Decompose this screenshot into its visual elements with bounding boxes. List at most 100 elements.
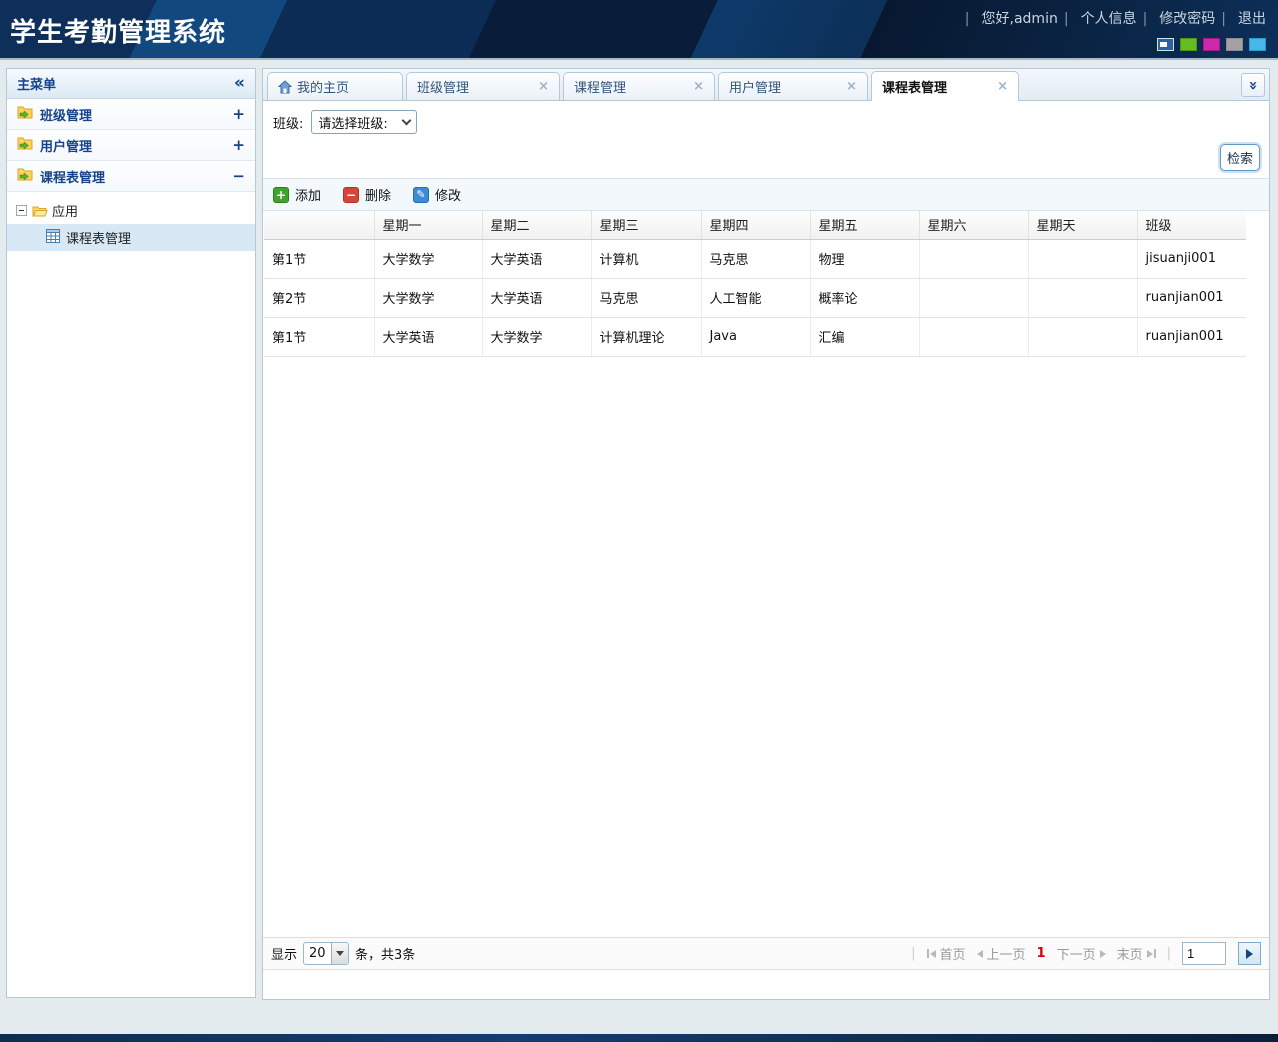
tab-course-management[interactable]: 课程管理: [563, 72, 715, 100]
table-row[interactable]: 第2节 大学数学 大学英语 马克思 人工智能 概率论 ruanjian001: [264, 278, 1246, 318]
expand-plus-icon[interactable]: +: [232, 105, 245, 123]
grid-cell[interactable]: ruanjian001: [1137, 317, 1246, 357]
grid-cell[interactable]: 大学英语: [374, 317, 483, 357]
grid-cell[interactable]: jisuanji001: [1137, 239, 1246, 279]
prev-page-icon: [976, 949, 983, 958]
change-password-link[interactable]: 修改密码: [1143, 8, 1215, 28]
grid-cell[interactable]: Java: [701, 317, 811, 357]
close-icon[interactable]: [530, 80, 549, 93]
delete-button[interactable]: 删除: [343, 185, 391, 204]
grid-cell[interactable]: 第2节: [264, 278, 375, 318]
grid-cell[interactable]: [1028, 239, 1138, 279]
page-number-input[interactable]: [1182, 942, 1226, 965]
last-page-icon: [1146, 949, 1156, 958]
theme-swatch-skyblue[interactable]: [1249, 38, 1266, 51]
tab-overflow-button[interactable]: [1241, 73, 1265, 97]
sidebar-item-label: 课程表管理: [40, 170, 106, 186]
grid-cell[interactable]: 人工智能: [701, 278, 811, 318]
edit-button[interactable]: 修改: [413, 185, 461, 204]
grid-header-cell: [264, 211, 375, 240]
sidebar-item-class-management[interactable]: 班级管理 +: [7, 99, 255, 130]
sidebar-item-user-management[interactable]: 用户管理 +: [7, 130, 255, 161]
grid-cell[interactable]: 物理: [810, 239, 920, 279]
grid-cell[interactable]: 计算机: [591, 239, 702, 279]
theme-swatch-default-blue[interactable]: [1157, 38, 1174, 51]
grid-cell[interactable]: [919, 278, 1029, 318]
tab-home[interactable]: 我的主页: [267, 72, 403, 100]
sidebar-item-schedule-management[interactable]: 课程表管理 −: [7, 161, 255, 192]
expand-minus-icon[interactable]: −: [232, 167, 245, 185]
add-button[interactable]: 添加: [273, 185, 321, 204]
grid-cell[interactable]: 大学数学: [374, 239, 483, 279]
sidebar-tree: 应用 课程表管理: [7, 192, 255, 251]
grid-cell[interactable]: 大学英语: [482, 239, 592, 279]
table-row[interactable]: 第1节 大学数学 大学英语 计算机 马克思 物理 jisuanji001: [264, 239, 1246, 279]
logout-link[interactable]: 退出: [1221, 8, 1266, 28]
header-links: 您好,admin 个人信息 修改密码 退出: [959, 8, 1266, 28]
total-label: 条，共3条: [355, 948, 416, 963]
schedule-table: 星期一 星期二 星期三 星期四 星期五 星期六 星期天 班级 第1节 大学数学 …: [264, 211, 1246, 357]
chevron-down-icon: [401, 115, 412, 126]
separator: [1167, 946, 1171, 961]
grid-cell[interactable]: 大学英语: [482, 278, 592, 318]
tab-user-management[interactable]: 用户管理: [718, 72, 868, 100]
first-page-button[interactable]: 首页: [926, 944, 966, 963]
combo-arrow-button[interactable]: [331, 943, 349, 964]
grid-cell[interactable]: [1028, 278, 1138, 318]
grid-cell[interactable]: 计算机理论: [591, 317, 702, 357]
next-page-button[interactable]: 下一页: [1057, 944, 1106, 963]
main-panel: 我的主页 班级管理 课程管理 用户管理 课程表管理 班级: 请选择班级:: [262, 68, 1270, 1000]
close-icon[interactable]: [685, 80, 704, 93]
go-page-button[interactable]: [1238, 942, 1261, 965]
class-select[interactable]: 请选择班级:: [311, 110, 418, 134]
show-label: 显示: [271, 948, 298, 963]
tab-label: 课程表管理: [882, 81, 948, 96]
grid-cell[interactable]: 大学数学: [482, 317, 592, 357]
tree-node-schedule-management[interactable]: 课程表管理: [7, 224, 255, 251]
prev-page-button[interactable]: 上一页: [976, 944, 1026, 963]
grid-header-cell: 星期六: [919, 211, 1029, 240]
close-icon[interactable]: [838, 80, 857, 93]
page-size-select[interactable]: 20: [303, 942, 350, 965]
table-row[interactable]: 第1节 大学英语 大学数学 计算机理论 Java 汇编 ruanjian001: [264, 317, 1246, 357]
page-nav-group: 首页 上一页 1 下一页 末页: [911, 942, 1261, 965]
class-select-value: 请选择班级:: [318, 116, 388, 132]
grid-cell[interactable]: 第1节: [264, 239, 375, 279]
table-grid-icon: [46, 228, 60, 247]
close-icon[interactable]: [989, 80, 1008, 93]
grid-cell[interactable]: 大学数学: [374, 278, 483, 318]
expand-plus-icon[interactable]: +: [232, 136, 245, 154]
grid-cell[interactable]: 马克思: [701, 239, 811, 279]
class-filter-label: 班级:: [273, 116, 304, 132]
profile-link[interactable]: 个人信息: [1064, 8, 1137, 28]
theme-swatch-green[interactable]: [1180, 38, 1197, 51]
home-icon: [278, 79, 292, 94]
tree-collapse-icon[interactable]: [16, 205, 27, 216]
grid-cell[interactable]: 概率论: [810, 278, 920, 318]
grid-cell[interactable]: [1028, 317, 1138, 357]
theme-swatch-gray[interactable]: [1226, 38, 1243, 51]
sidebar: 主菜单 班级管理 + 用户管理 + 课程表管理 − 应用: [6, 68, 256, 998]
sidebar-collapse-icon[interactable]: [234, 75, 245, 92]
grid-header-cell: 星期一: [374, 211, 483, 240]
grid-cell[interactable]: [919, 239, 1029, 279]
grid-header-cell: 星期天: [1028, 211, 1138, 240]
grid-cell[interactable]: 马克思: [591, 278, 702, 318]
grid-cell[interactable]: [919, 317, 1029, 357]
grid-cell[interactable]: 汇编: [810, 317, 920, 357]
search-button[interactable]: 检索: [1220, 144, 1260, 171]
sidebar-item-label: 用户管理: [40, 139, 93, 155]
page-size-group: 显示 20 条，共3条: [271, 942, 415, 965]
schedule-grid: 星期一 星期二 星期三 星期四 星期五 星期六 星期天 班级 第1节 大学数学 …: [264, 211, 1269, 357]
tab-class-management[interactable]: 班级管理: [406, 72, 560, 100]
delete-icon: [343, 186, 360, 203]
grid-cell[interactable]: ruanjian001: [1137, 278, 1246, 318]
last-page-button[interactable]: 末页: [1117, 944, 1156, 963]
next-page-label: 下一页: [1056, 948, 1096, 963]
grid-cell[interactable]: 第1节: [264, 317, 375, 357]
theme-swatch-magenta[interactable]: [1203, 38, 1220, 51]
last-page-label: 末页: [1116, 948, 1143, 963]
add-icon: [273, 186, 289, 203]
tab-schedule-management[interactable]: 课程表管理: [871, 71, 1019, 101]
tree-node-application[interactable]: 应用: [7, 197, 255, 224]
